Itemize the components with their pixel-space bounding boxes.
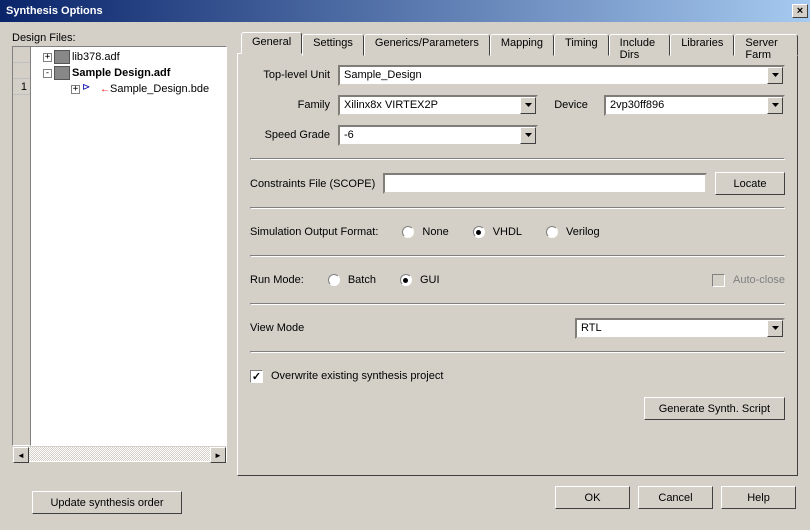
titlebar: Synthesis Options × <box>0 0 810 22</box>
top-unit-label: Top-level Unit <box>250 69 330 81</box>
chevron-down-icon[interactable] <box>767 97 783 114</box>
tab-include-dirs[interactable]: Include Dirs <box>609 34 671 56</box>
view-mode-combo[interactable]: RTL <box>575 318 785 339</box>
help-button[interactable]: Help <box>721 486 796 509</box>
expand-icon[interactable]: + <box>43 53 52 62</box>
scroll-right-button[interactable]: ► <box>210 447 226 463</box>
autoclose-label: Auto-close <box>733 274 785 286</box>
overwrite-label[interactable]: Overwrite existing synthesis project <box>271 370 443 382</box>
bde-icon: ⊳ <box>82 82 98 96</box>
design-files-label: Design Files: <box>12 32 227 44</box>
radio-sim-verilog[interactable] <box>546 226 558 238</box>
locate-button[interactable]: Locate <box>715 172 785 195</box>
tab-bar: General Settings Generics/Parameters Map… <box>237 32 798 54</box>
tree-row-bde[interactable]: + ⊳ ← Sample_Design.bde <box>33 81 224 97</box>
h-scrollbar[interactable]: ◄ ► <box>12 446 227 462</box>
device-value: 2vp30ff896 <box>606 97 767 114</box>
family-value: Xilinx8x VIRTEX2P <box>340 97 520 114</box>
speed-combo[interactable]: -6 <box>338 125 538 146</box>
autoclose-checkbox <box>712 274 725 287</box>
family-combo[interactable]: Xilinx8x VIRTEX2P <box>338 95 538 116</box>
design-files-tree[interactable]: + lib378.adf - Sample Design.adf + ⊳ ← S… <box>30 46 227 446</box>
device-combo[interactable]: 2vp30ff896 <box>604 95 785 116</box>
radio-sim-none[interactable] <box>402 226 414 238</box>
chevron-down-icon[interactable] <box>767 320 783 337</box>
collapse-icon[interactable]: - <box>43 69 52 78</box>
family-label: Family <box>250 99 330 111</box>
tree-row-design[interactable]: - Sample Design.adf <box>33 65 224 81</box>
tab-mapping[interactable]: Mapping <box>490 34 554 56</box>
tree-row-lib[interactable]: + lib378.adf <box>33 49 224 65</box>
ok-button[interactable]: OK <box>555 486 630 509</box>
radio-run-batch-label[interactable]: Batch <box>348 274 376 286</box>
top-unit-combo[interactable]: Sample_Design <box>338 65 785 86</box>
chevron-down-icon[interactable] <box>520 97 536 114</box>
tree-item-label: lib378.adf <box>72 51 120 63</box>
tab-settings[interactable]: Settings <box>302 34 364 56</box>
gutter-number: 1 <box>13 79 30 95</box>
tree-gutter: 1 <box>12 46 30 446</box>
tree-item-label: Sample_Design.bde <box>110 83 209 95</box>
device-label: Device <box>546 99 596 111</box>
tab-server-farm[interactable]: Server Farm <box>734 34 798 56</box>
arrow-icon: ← <box>100 84 110 95</box>
top-unit-value: Sample_Design <box>340 67 767 84</box>
tab-generics[interactable]: Generics/Parameters <box>364 34 490 56</box>
library-icon <box>54 50 70 64</box>
window-title: Synthesis Options <box>6 5 792 17</box>
constraints-input[interactable] <box>383 173 707 194</box>
generate-script-button[interactable]: Generate Synth. Script <box>644 397 785 420</box>
speed-label: Speed Grade <box>250 129 330 141</box>
radio-run-gui-label[interactable]: GUI <box>420 274 440 286</box>
radio-sim-vhdl-label[interactable]: VHDL <box>493 226 522 238</box>
design-files-panel: Design Files: 1 + lib378.adf - S <box>12 32 227 476</box>
speed-value: -6 <box>340 127 520 144</box>
radio-run-batch[interactable] <box>328 274 340 286</box>
radio-sim-none-label[interactable]: None <box>422 226 448 238</box>
radio-run-gui[interactable] <box>400 274 412 286</box>
tree-item-label: Sample Design.adf <box>72 67 170 79</box>
radio-sim-verilog-label[interactable]: Verilog <box>566 226 600 238</box>
library-icon <box>54 66 70 80</box>
scroll-track[interactable] <box>29 447 210 461</box>
tab-general[interactable]: General <box>241 32 302 54</box>
tab-page-general: Top-level Unit Sample_Design Family Xili… <box>237 53 798 476</box>
chevron-down-icon[interactable] <box>520 127 536 144</box>
chevron-down-icon[interactable] <box>767 67 783 84</box>
constraints-label: Constraints File (SCOPE) <box>250 178 375 190</box>
sim-format-label: Simulation Output Format: <box>250 226 378 238</box>
overwrite-checkbox[interactable] <box>250 370 263 383</box>
update-order-button[interactable]: Update synthesis order <box>32 491 182 514</box>
radio-sim-vhdl[interactable] <box>473 226 485 238</box>
tab-libraries[interactable]: Libraries <box>670 34 734 56</box>
expand-icon[interactable]: + <box>71 85 80 94</box>
cancel-button[interactable]: Cancel <box>638 486 713 509</box>
tab-timing[interactable]: Timing <box>554 34 609 56</box>
view-mode-value: RTL <box>577 320 767 337</box>
scroll-left-button[interactable]: ◄ <box>13 447 29 463</box>
view-mode-label: View Mode <box>250 322 330 334</box>
run-mode-label: Run Mode: <box>250 274 304 286</box>
close-button[interactable]: × <box>792 4 808 18</box>
